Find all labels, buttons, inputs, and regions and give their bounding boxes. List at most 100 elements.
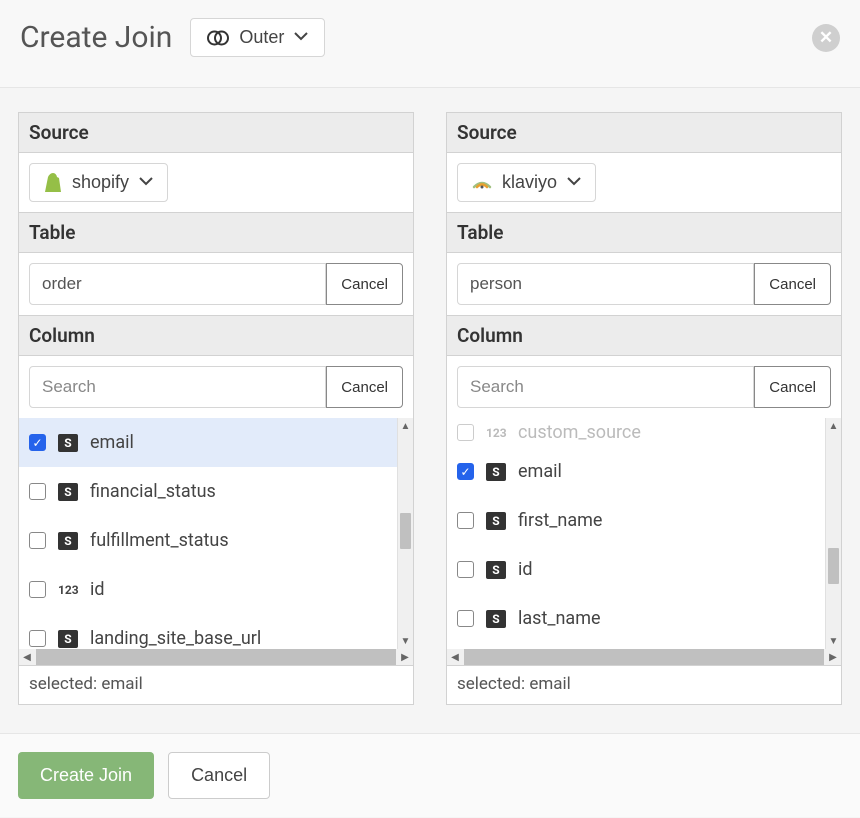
type-string-icon: S [58, 483, 78, 501]
left-vertical-scrollbar[interactable]: ▲ ▼ [397, 418, 413, 649]
column-row-id[interactable]: S id [447, 545, 841, 594]
type-string-icon: S [58, 532, 78, 550]
page-title: Create Join [20, 20, 172, 55]
left-column-search-cancel-button[interactable]: Cancel [326, 366, 403, 408]
scroll-left-icon[interactable]: ◀ [19, 649, 35, 665]
column-row-financial-status[interactable]: S financial_status [19, 467, 413, 516]
right-column-search-input[interactable] [457, 366, 754, 408]
column-name: fulfillment_status [90, 530, 229, 551]
column-name: financial_status [90, 481, 216, 502]
left-column-list-wrap: ✓ S email S financial_status S fulfillme… [19, 418, 413, 666]
scroll-track[interactable] [464, 649, 824, 665]
shopify-icon [44, 173, 62, 193]
checkbox-icon[interactable] [29, 532, 46, 549]
left-table-cancel-button[interactable]: Cancel [326, 263, 403, 305]
right-source-label: klaviyo [502, 172, 557, 193]
column-name: custom_source [518, 422, 641, 443]
scroll-down-icon[interactable]: ▼ [398, 633, 413, 649]
panel-left: Source shopify Table Cancel Column [18, 112, 414, 705]
right-table-body: Cancel [447, 253, 841, 316]
chevron-down-icon [294, 25, 308, 46]
left-table-input[interactable] [29, 263, 326, 305]
left-table-body: Cancel [19, 253, 413, 316]
column-name: email [518, 461, 562, 482]
scroll-up-icon[interactable]: ▲ [826, 418, 841, 434]
dialog-footer: Create Join Cancel [0, 733, 860, 817]
column-row-id[interactable]: 123 id [19, 565, 413, 614]
checkbox-icon[interactable]: ✓ [457, 463, 474, 480]
type-number-icon: 123 [486, 426, 506, 440]
create-join-button[interactable]: Create Join [18, 752, 154, 799]
type-string-icon: S [486, 463, 506, 481]
right-table-input[interactable] [457, 263, 754, 305]
checkbox-icon[interactable] [457, 561, 474, 578]
checkbox-icon[interactable] [29, 581, 46, 598]
close-button[interactable]: ✕ [812, 24, 840, 52]
right-horizontal-scrollbar[interactable]: ◀ ▶ [447, 649, 841, 665]
close-icon: ✕ [819, 28, 833, 48]
column-name: id [90, 579, 105, 600]
type-string-icon: S [486, 610, 506, 628]
join-type-selector[interactable]: Outer [190, 18, 325, 57]
cancel-button[interactable]: Cancel [168, 752, 270, 799]
left-source-selector[interactable]: shopify [29, 163, 168, 202]
right-column-list-wrap: 123 custom_source ✓ S email S first_name… [447, 418, 841, 666]
left-horizontal-scrollbar[interactable]: ◀ ▶ [19, 649, 413, 665]
scroll-up-icon[interactable]: ▲ [398, 418, 413, 434]
dialog-header: Create Join Outer ✕ [0, 0, 860, 88]
checkbox-icon[interactable] [457, 424, 474, 441]
column-name: first_name [518, 510, 602, 531]
right-selected-text: selected: email [447, 666, 841, 704]
checkbox-icon[interactable] [457, 512, 474, 529]
panel-right: Source klaviyo Table Cance [446, 112, 842, 705]
left-column-list[interactable]: ✓ S email S financial_status S fulfillme… [19, 418, 413, 650]
column-row-email[interactable]: ✓ S email [19, 418, 413, 467]
column-row-custom-source[interactable]: 123 custom_source [447, 418, 841, 447]
left-column-search-body: Cancel [19, 356, 413, 418]
right-column-list[interactable]: 123 custom_source ✓ S email S first_name… [447, 418, 841, 650]
outer-join-icon [207, 29, 229, 47]
type-string-icon: S [486, 512, 506, 530]
left-column-header: Column [19, 316, 413, 356]
right-table-header: Table [447, 213, 841, 253]
chevron-down-icon [139, 170, 153, 191]
left-source-header: Source [19, 113, 413, 153]
left-column-search-input[interactable] [29, 366, 326, 408]
checkbox-icon[interactable] [29, 483, 46, 500]
scroll-right-icon[interactable]: ▶ [397, 649, 413, 665]
right-source-selector[interactable]: klaviyo [457, 163, 596, 202]
right-column-search-cancel-button[interactable]: Cancel [754, 366, 831, 408]
right-source-header: Source [447, 113, 841, 153]
scroll-thumb[interactable] [828, 548, 839, 584]
checkbox-icon[interactable] [457, 610, 474, 627]
left-source-body: shopify [19, 153, 413, 213]
right-table-cancel-button[interactable]: Cancel [754, 263, 831, 305]
checkbox-icon[interactable] [29, 630, 46, 647]
column-row-fulfillment-status[interactable]: S fulfillment_status [19, 516, 413, 565]
right-column-header: Column [447, 316, 841, 356]
scroll-thumb[interactable] [400, 513, 411, 549]
scroll-down-icon[interactable]: ▼ [826, 633, 841, 649]
type-string-icon: S [486, 561, 506, 579]
column-row-landing-site[interactable]: S landing_site_base_url [19, 614, 413, 650]
type-string-icon: S [58, 630, 78, 648]
klaviyo-icon [472, 175, 492, 191]
left-table-header: Table [19, 213, 413, 253]
scroll-right-icon[interactable]: ▶ [825, 649, 841, 665]
right-vertical-scrollbar[interactable]: ▲ ▼ [825, 418, 841, 649]
column-row-last-name[interactable]: S last_name [447, 594, 841, 643]
checkbox-icon[interactable]: ✓ [29, 434, 46, 451]
join-type-label: Outer [239, 27, 284, 48]
scroll-left-icon[interactable]: ◀ [447, 649, 463, 665]
chevron-down-icon [567, 170, 581, 191]
column-row-email[interactable]: ✓ S email [447, 447, 841, 496]
column-row-first-name[interactable]: S first_name [447, 496, 841, 545]
panels-container: Source shopify Table Cancel Column [0, 88, 860, 705]
type-string-icon: S [58, 434, 78, 452]
left-source-label: shopify [72, 172, 129, 193]
right-source-body: klaviyo [447, 153, 841, 213]
column-name: last_name [518, 608, 601, 629]
column-name: id [518, 559, 533, 580]
right-column-search-body: Cancel [447, 356, 841, 418]
scroll-track[interactable] [36, 649, 396, 665]
